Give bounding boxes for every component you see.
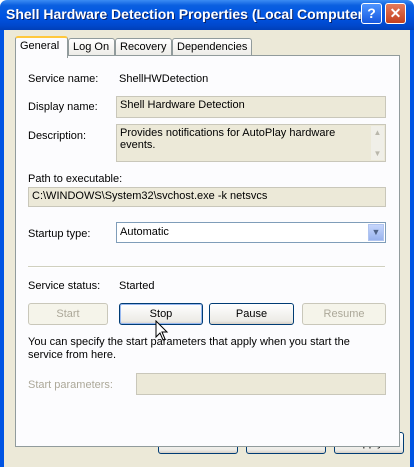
tab-general[interactable]: General (15, 36, 68, 58)
mouse-cursor-icon (155, 320, 169, 341)
service-status-label: Service status: (28, 280, 101, 292)
tab-log-on[interactable]: Log On (68, 38, 115, 56)
help-button[interactable]: ? (361, 3, 382, 24)
chevron-down-icon[interactable]: ▼ (368, 224, 384, 241)
path-field[interactable]: C:\WINDOWS\System32\svchost.exe -k netsv… (28, 187, 386, 207)
scroll-down-icon[interactable]: ▼ (371, 147, 384, 160)
description-value: Provides notifications for AutoPlay hard… (120, 127, 336, 151)
start-params-input[interactable] (136, 373, 386, 395)
display-name-label: Display name: (28, 101, 98, 113)
service-status-value: Started (119, 280, 155, 292)
pause-button[interactable]: Pause (209, 303, 294, 325)
description-label: Description: (28, 130, 87, 142)
title-bar[interactable]: Shell Hardware Detection Properties (Loc… (0, 0, 414, 30)
service-name-label: Service name: (28, 73, 99, 85)
dialog-body: General Log On Recovery Dependencies Ser… (0, 30, 414, 467)
start-params-label: Start parameters: (28, 379, 113, 391)
display-name-field[interactable]: Shell Hardware Detection (116, 96, 386, 118)
tab-dependencies[interactable]: Dependencies (172, 38, 252, 56)
close-button[interactable]: ✕ (385, 3, 406, 24)
scroll-up-icon[interactable]: ▲ (371, 126, 384, 139)
description-field[interactable]: Provides notifications for AutoPlay hard… (116, 124, 386, 162)
path-label: Path to executable: (28, 173, 123, 185)
window-title: Shell Hardware Detection Properties (Loc… (6, 6, 368, 22)
tab-recovery[interactable]: Recovery (115, 38, 172, 56)
start-button[interactable]: Start (28, 303, 108, 325)
startup-type-value: Automatic (120, 226, 169, 238)
startup-type-label: Startup type: (28, 228, 91, 240)
separator (28, 266, 385, 268)
service-name-value: ShellHWDetection (119, 73, 209, 85)
general-tab-panel: Service name: ShellHWDetection Display n… (15, 55, 400, 447)
path-value: C:\WINDOWS\System32\svchost.exe -k netsv… (32, 190, 268, 202)
display-name-value: Shell Hardware Detection (120, 99, 245, 111)
start-params-info: You can specify the start parameters tha… (28, 336, 350, 361)
resume-button[interactable]: Resume (302, 303, 386, 325)
description-scrollbar[interactable]: ▲ ▼ (371, 126, 384, 160)
startup-type-select[interactable]: Automatic ▼ (116, 222, 386, 243)
